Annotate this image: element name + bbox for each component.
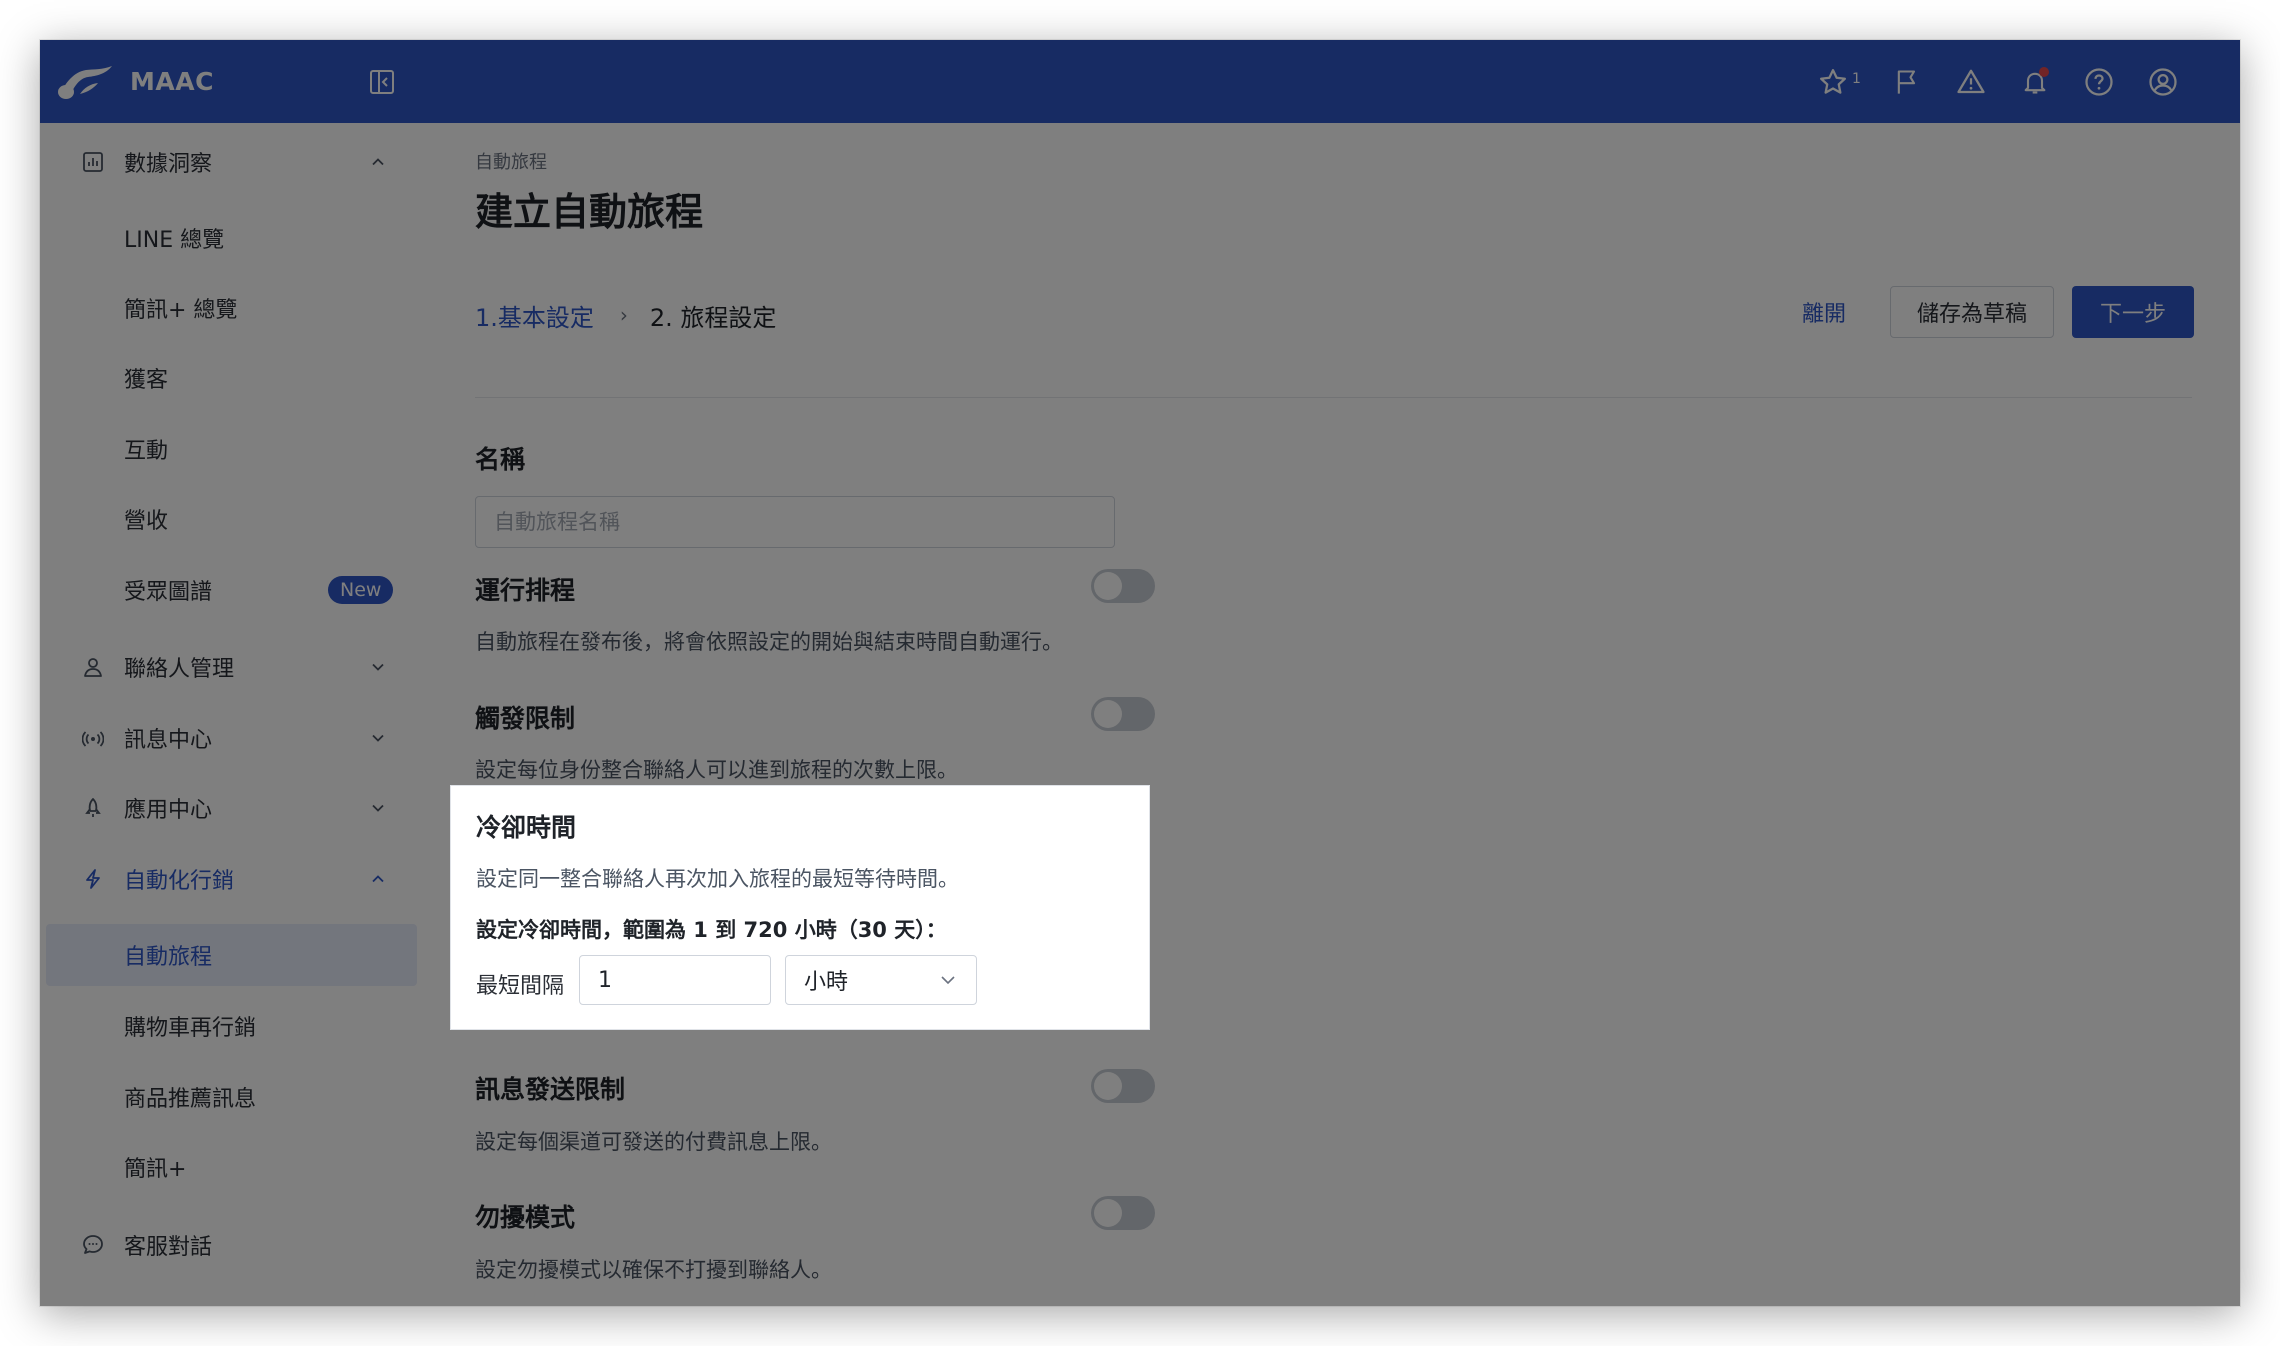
cooldown-description: 設定同一整合聯絡人再次加入旅程的最短等待時間。 [476, 867, 959, 891]
interval-unit-select[interactable]: 小時 [785, 955, 977, 1005]
cooldown-rule-text: 設定冷卻時間，範圍為 1 到 720 小時（30 天）： [476, 918, 947, 942]
min-interval-input[interactable] [579, 955, 771, 1005]
cooldown-card: 冷卻時間 設定同一整合聯絡人再次加入旅程的最短等待時間。 設定冷卻時間，範圍為 … [450, 785, 1150, 1030]
min-interval-label: 最短間隔 [476, 974, 565, 999]
chevron-down-icon [941, 976, 955, 985]
cooldown-section-title: 冷卻時間 [476, 813, 577, 842]
app-window: MAAC 1 [40, 40, 2240, 1306]
focus-overlay [40, 40, 2240, 1306]
interval-unit-value: 小時 [804, 970, 849, 995]
